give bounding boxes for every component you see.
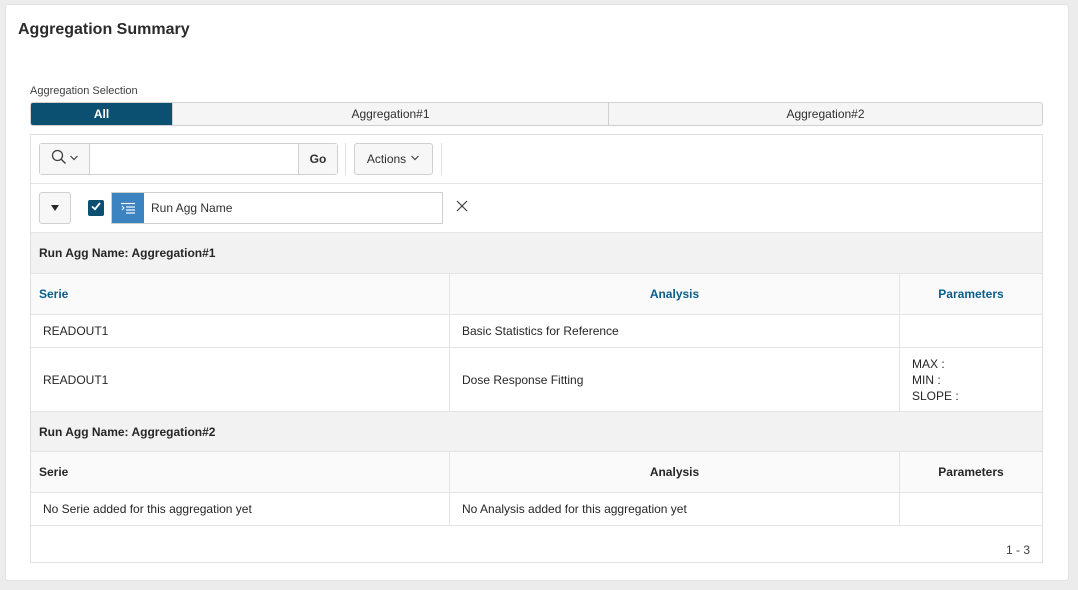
search-group: Go: [39, 143, 338, 175]
column-header-row: Serie Analysis Parameters: [31, 274, 1042, 315]
report-settings-row: Run Agg Name: [31, 184, 1042, 233]
column-header-serie[interactable]: Serie: [31, 274, 450, 314]
triangle-down-icon: [50, 199, 60, 217]
parameter-max: MAX :: [912, 356, 945, 371]
remove-filter-button[interactable]: [454, 200, 470, 216]
filter-enable-checkbox[interactable]: [88, 200, 104, 216]
control-break-filter[interactable]: Run Agg Name: [111, 192, 443, 224]
actions-button[interactable]: Actions: [354, 143, 433, 175]
column-header-row: Serie Analysis Parameters: [31, 452, 1042, 493]
search-icon: [51, 149, 67, 170]
region-title: Aggregation Summary: [18, 21, 190, 38]
cell-serie: No Serie added for this aggregation yet: [31, 493, 450, 525]
collapse-settings-button[interactable]: [39, 192, 71, 224]
go-button[interactable]: Go: [298, 144, 337, 174]
report-grid: Run Agg Name: Aggregation#1 Serie Analys…: [31, 233, 1042, 526]
cell-serie: READOUT1: [31, 348, 450, 411]
toolbar-divider: [345, 143, 346, 175]
tab-all[interactable]: All: [31, 103, 173, 125]
interactive-report: Go Actions Run Agg Name Run Agg Name: Ag…: [30, 134, 1043, 563]
column-header-serie[interactable]: Serie: [31, 452, 450, 492]
parameters-list: MAX : MIN : SLOPE :: [912, 356, 959, 404]
column-header-analysis[interactable]: Analysis: [450, 274, 900, 314]
cell-analysis: No Analysis added for this aggregation y…: [450, 493, 900, 525]
actions-label: Actions: [366, 152, 407, 166]
cell-parameters: [900, 493, 1042, 525]
aggregation-summary-region: Aggregation Summary Aggregation Selectio…: [6, 5, 1068, 580]
check-icon: [90, 199, 102, 217]
tab-aggregation-1[interactable]: Aggregation#1: [173, 103, 609, 125]
pagination-range: 1 - 3: [1005, 543, 1030, 557]
column-header-parameters[interactable]: Parameters: [900, 274, 1042, 314]
table-row: READOUT1 Basic Statistics for Reference: [31, 315, 1042, 348]
cell-serie: READOUT1: [31, 315, 450, 347]
table-row: READOUT1 Dose Response Fitting MAX : MIN…: [31, 348, 1042, 412]
tab-aggregation-2[interactable]: Aggregation#2: [609, 103, 1042, 125]
chevron-down-icon: [410, 152, 420, 166]
cell-analysis: Basic Statistics for Reference: [450, 315, 900, 347]
filter-icon: [112, 193, 144, 223]
search-column-button[interactable]: [40, 144, 90, 174]
column-header-parameters[interactable]: Parameters: [900, 452, 1042, 492]
cell-parameters: MAX : MIN : SLOPE :: [900, 348, 1042, 411]
chevron-down-icon: [69, 150, 79, 168]
control-break-header: Run Agg Name: Aggregation#2: [31, 412, 1042, 452]
table-row: No Serie added for this aggregation yet …: [31, 493, 1042, 526]
parameter-min: MIN :: [912, 372, 941, 387]
report-toolbar: Go Actions: [31, 135, 1042, 184]
toolbar-divider: [441, 143, 442, 175]
control-break-header: Run Agg Name: Aggregation#1: [31, 233, 1042, 274]
aggregation-selection-tabs: All Aggregation#1 Aggregation#2: [30, 102, 1043, 126]
parameter-slope: SLOPE :: [912, 388, 959, 403]
cell-analysis: Dose Response Fitting: [450, 348, 900, 411]
search-input[interactable]: [90, 144, 298, 174]
column-header-analysis[interactable]: Analysis: [450, 452, 900, 492]
filter-label: Run Agg Name: [151, 201, 233, 215]
cell-parameters: [900, 315, 1042, 347]
close-icon: [456, 199, 468, 217]
aggregation-selection-label: Aggregation Selection: [30, 85, 138, 97]
